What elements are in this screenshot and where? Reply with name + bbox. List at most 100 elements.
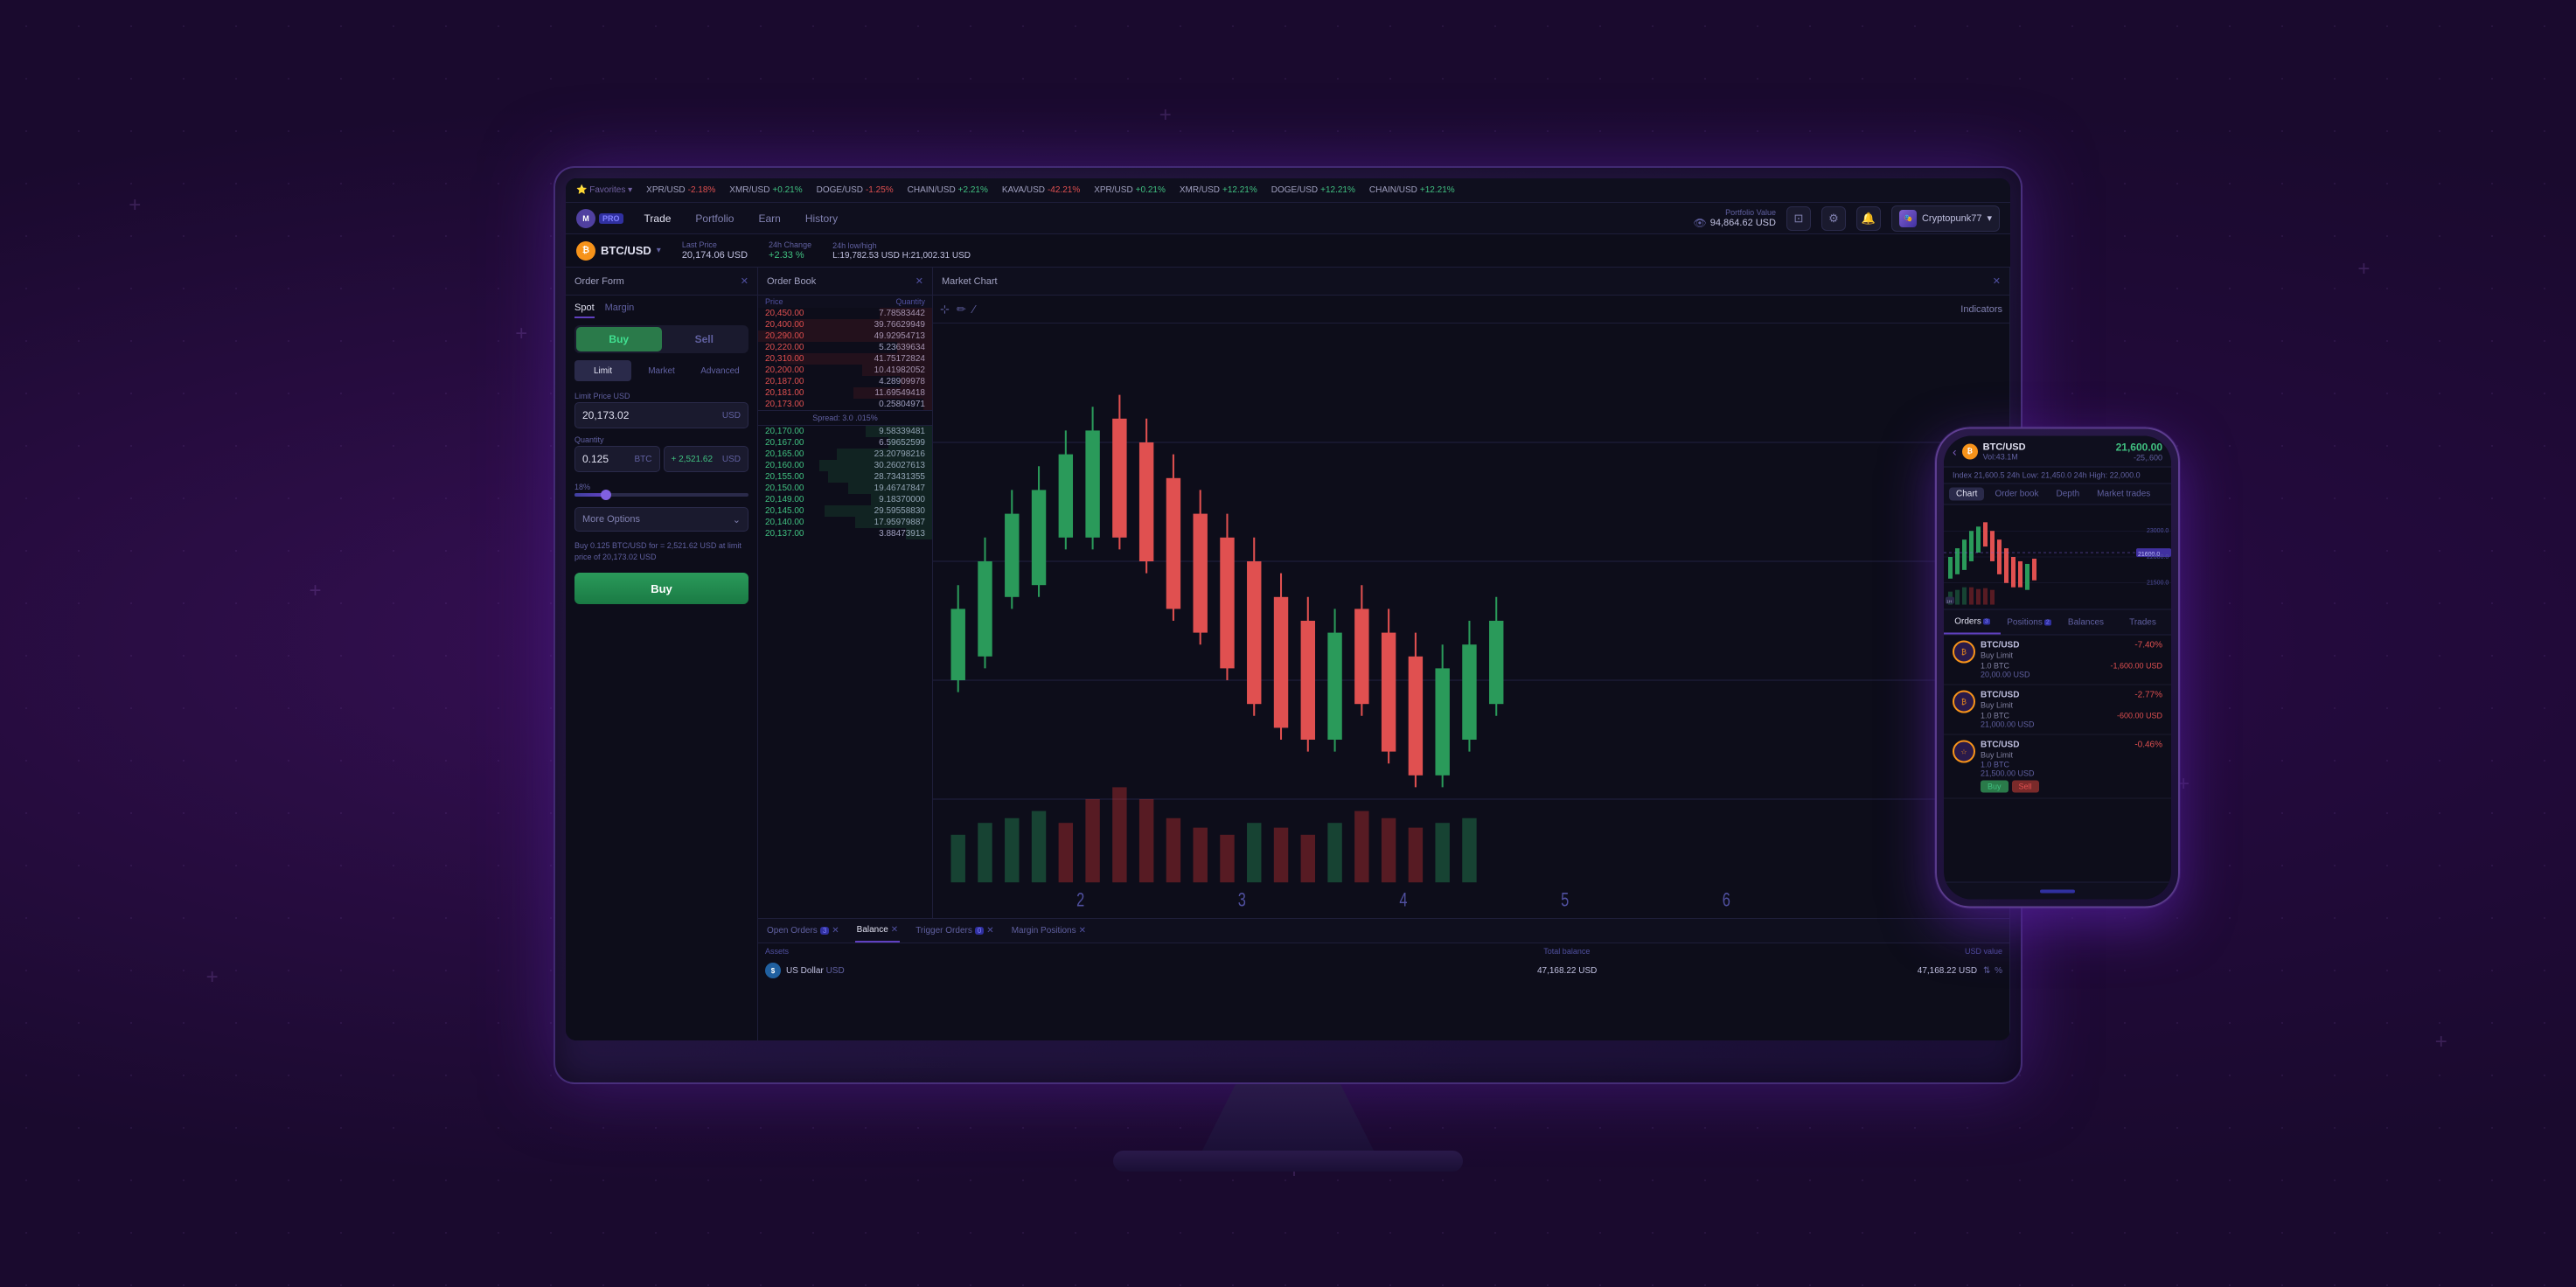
more-options-button[interactable]: More Options ⌄: [574, 507, 748, 532]
phone-sell-btn[interactable]: Sell: [2012, 781, 2039, 793]
chart-toolbar: ⊹ ✏ ∕ Indicators: [933, 296, 2009, 323]
ob-bid-2: 20,167.006.59652599: [758, 437, 932, 449]
margin-tab[interactable]: Margin: [605, 303, 635, 318]
ticker-xpr-1: XPR/USD -2.18%: [646, 185, 715, 195]
phone-chart-area: 21600.0 23000.0 22000.0 21500.0: [1944, 505, 2171, 610]
amount-slider[interactable]: 18%: [574, 483, 748, 497]
order-book-close[interactable]: ✕: [916, 275, 923, 287]
slider-thumb[interactable]: [601, 490, 611, 500]
buy-sell-tabs: Buy Sell: [574, 325, 748, 353]
user-menu-btn[interactable]: 🎭 Cryptopunk77 ▾: [1891, 205, 2000, 232]
nav-history[interactable]: History: [802, 212, 841, 225]
margin-positions-close[interactable]: ✕: [1079, 926, 1086, 936]
chart-close[interactable]: ✕: [1993, 275, 2001, 287]
phone-bottom-tabs: Orders 3 Positions 2 Balances Trades: [1944, 610, 2171, 636]
phone-depth-tab[interactable]: Depth: [2049, 488, 2086, 501]
total-input[interactable]: + 2,521.62 USD: [664, 446, 749, 472]
notifications-icon-btn[interactable]: 🔔: [1856, 206, 1881, 231]
phone-orderbook-tab[interactable]: Order book: [1988, 488, 2045, 501]
ob-ask-7: 20,187.004.28909978: [758, 376, 932, 387]
sort-icon: ⇅: [1983, 966, 1990, 976]
favorites-label: ⭐ Favorites ▾: [576, 185, 632, 195]
phone-positions-tab[interactable]: Positions 2: [2001, 610, 2057, 635]
ticker-kava: KAVA/USD -42.21%: [1002, 185, 1080, 195]
nav-trade[interactable]: Trade: [641, 212, 675, 225]
chevron-icon: ⌄: [733, 514, 741, 525]
phone-mockup: ‹ ₿ BTC/USD Vol:43.1M 21,600.00 -25,.600…: [1935, 428, 2180, 908]
open-orders-close[interactable]: ✕: [832, 926, 839, 936]
settings-icon-btn[interactable]: ⚙: [1821, 206, 1846, 231]
indicators-button[interactable]: Indicators: [1960, 304, 2002, 315]
cursor-tool[interactable]: ⊹: [940, 303, 950, 317]
svg-text:4: 4: [1399, 890, 1407, 911]
monitor-screen: ⭐ Favorites ▾ XPR/USD -2.18% XMR/USD +0.…: [566, 178, 2010, 1040]
margin-positions-tab[interactable]: Margin Positions ✕: [1010, 919, 1088, 943]
limit-price-input[interactable]: 20,173.02 USD: [574, 402, 748, 428]
svg-text:5: 5: [1561, 890, 1569, 911]
pen-tool[interactable]: ✏: [957, 303, 966, 317]
phone-price-display: 21,600.00 -25,.600: [2116, 441, 2162, 462]
ticker-doge-1: DOGE/USD -1.25%: [817, 185, 894, 195]
buy-button[interactable]: Buy: [574, 573, 748, 604]
limit-tab[interactable]: Limit: [574, 360, 631, 381]
phone-stats-bar: Index 21,600.5 24h Low: 21,450.0 24h Hig…: [1944, 468, 2171, 484]
monitor-base: [1113, 1151, 1463, 1172]
nav-earn[interactable]: Earn: [755, 212, 783, 225]
ob-ask-8: 20,181.0011.69549418: [758, 387, 932, 399]
svg-text:3: 3: [1238, 890, 1246, 911]
eye-icon[interactable]: 👁: [1694, 217, 1707, 229]
monitor-stand: [1201, 1084, 1375, 1154]
buy-tab[interactable]: Buy: [576, 327, 662, 351]
phone-chart-tab[interactable]: Chart: [1949, 488, 1984, 501]
ob-bid-5: 20,155.0028.73431355: [758, 471, 932, 483]
pair-selector[interactable]: ₿ BTC/USD ▾: [576, 241, 661, 261]
phone-bottom-bar: [1944, 882, 2171, 900]
advanced-tab[interactable]: Advanced: [692, 360, 748, 381]
phone-pair-info: BTC/USD Vol:43.1M: [1983, 442, 2111, 461]
ob-bid-10: 20,137.003.88473913: [758, 528, 932, 539]
phone-order-2: ₿ BTC/USD -2.77% Buy Limit 1.0 BTC -600.…: [1944, 685, 2171, 735]
ob-headers: Price Quantity: [758, 296, 932, 308]
quantity-input[interactable]: 0.125 BTC: [574, 446, 660, 472]
balance-content: Assets Total balance USD value $ US Doll…: [758, 943, 2009, 1040]
order-summary: Buy 0.125 BTC/USD for = 2,521.62 USD at …: [574, 540, 748, 562]
phone-market-trades-tab[interactable]: Market trades: [2090, 488, 2157, 501]
favorites-button[interactable]: ⭐ Favorites ▾: [576, 185, 632, 195]
nav-right: Portfolio Value 👁 94,864.62 USD ⊡ ⚙ 🔔 🎭 …: [1694, 205, 2000, 232]
phone-back-button[interactable]: ‹: [1953, 444, 1957, 458]
balance-close[interactable]: ✕: [891, 925, 898, 935]
svg-text:6: 6: [1723, 890, 1730, 911]
phone-header: ‹ ₿ BTC/USD Vol:43.1M 21,600.00 -25,.600: [1944, 436, 2171, 468]
sell-tab[interactable]: Sell: [662, 327, 748, 351]
phone-buy-btn[interactable]: Buy: [1981, 781, 2009, 793]
spot-tab[interactable]: Spot: [574, 303, 595, 318]
portfolio-value-display: Portfolio Value 👁 94,864.62 USD: [1694, 208, 1776, 229]
open-orders-tab[interactable]: Open Orders 3 ✕: [765, 919, 841, 943]
phone-order-3-details: BTC/USD -0.46% Buy Limit 1.0 BTC 21,500.…: [1981, 741, 2162, 793]
ticker-chain-1: CHAIN/USD +2.21%: [908, 185, 988, 195]
ob-spread: Spread: 3.0 .015%: [758, 410, 932, 426]
line-tool[interactable]: ∕: [973, 303, 975, 316]
middle-panels: Order Book ✕ Price Quantity: [758, 268, 2010, 1040]
phone-orders-list: ₿ BTC/USD -7.40% Buy Limit 1.0 BTC -1,60…: [1944, 636, 2171, 882]
monitor-icon-btn[interactable]: ⊡: [1786, 206, 1811, 231]
top-panels: Order Book ✕ Price Quantity: [758, 268, 2009, 918]
nav-portfolio[interactable]: Portfolio: [692, 212, 737, 225]
phone-trades-tab[interactable]: Trades: [2114, 610, 2171, 635]
phone-order-1-icon: ₿: [1953, 641, 1975, 664]
phone-balances-tab[interactable]: Balances: [2057, 610, 2114, 635]
chart-area: 23000.0 22500.0 22000.0 21500.0 2 3 4 5: [933, 323, 2009, 918]
balance-tab[interactable]: Balance ✕: [855, 919, 901, 943]
pair-bar: ₿ BTC/USD ▾ Last Price 20,174.06 USD 24h…: [566, 234, 2010, 268]
logo-icon: M: [576, 209, 595, 228]
phone-order-1-details: BTC/USD -7.40% Buy Limit 1.0 BTC -1,600.…: [1981, 641, 2162, 679]
market-tab[interactable]: Market: [633, 360, 690, 381]
ob-bid-8: 20,145.0029.59558830: [758, 505, 932, 517]
phone-orders-tab[interactable]: Orders 3: [1944, 610, 2001, 635]
trigger-orders-tab[interactable]: Trigger Orders 0 ✕: [914, 919, 996, 943]
phone-home-indicator: [2040, 889, 2075, 893]
order-form-close[interactable]: ✕: [741, 275, 748, 287]
trigger-orders-close[interactable]: ✕: [986, 926, 993, 936]
phone-screen: ‹ ₿ BTC/USD Vol:43.1M 21,600.00 -25,.600…: [1944, 436, 2171, 900]
ob-ask-3: 20,290.0049.92954713: [758, 330, 932, 342]
